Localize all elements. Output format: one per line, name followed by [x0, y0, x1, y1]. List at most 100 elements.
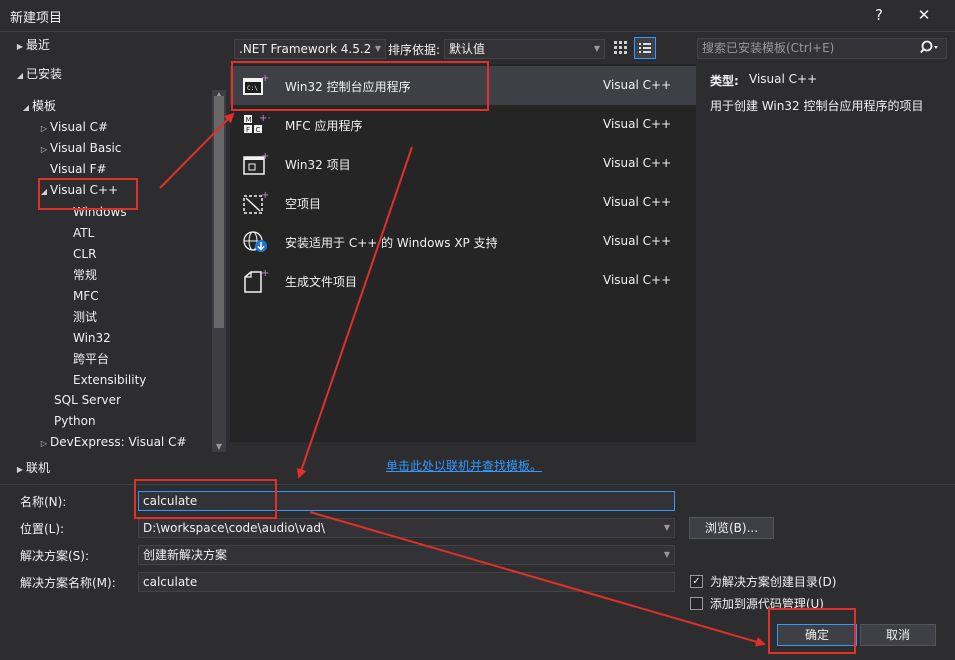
window-title: 新建项目: [10, 11, 63, 26]
template-row[interactable]: 安装适用于 C++ 的 Windows XP 支持 Visual C++: [230, 222, 696, 261]
collapsed-arrow-icon: ▶: [16, 42, 24, 51]
location-combo[interactable]: D:\workspace\code\audio\vad\ ▼: [138, 518, 675, 538]
tree-item-recent[interactable]: ▶ 最近: [14, 35, 50, 56]
chevron-down-icon: ▼: [593, 44, 600, 53]
search-input[interactable]: 搜索已安装模板(Ctrl+E): [697, 38, 947, 59]
template-row[interactable]: ++ 空项目 Visual C++: [230, 183, 696, 222]
solution-combo[interactable]: 创建新解决方案 ▼: [138, 545, 675, 565]
tree-label: Visual C++: [50, 183, 119, 197]
svg-text:C:\: C:\: [247, 85, 258, 92]
divider: [0, 484, 955, 485]
ok-button[interactable]: 确定: [777, 624, 857, 646]
svg-text:++: ++: [261, 268, 270, 279]
grid-view-icon[interactable]: [612, 39, 628, 55]
globe-download-icon: [242, 229, 268, 253]
template-row[interactable]: MFC ++ MFC 应用程序 Visual C++: [230, 105, 696, 144]
name-input[interactable]: calculate: [138, 491, 675, 511]
tree-item-fsharp[interactable]: Visual F#: [38, 159, 107, 180]
template-name: Win32 项目: [285, 158, 351, 172]
collapsed-arrow-icon: ▶: [16, 465, 24, 474]
solution-name-input[interactable]: calculate: [138, 572, 675, 592]
svg-text:F: F: [246, 126, 250, 134]
tree-item-crossplatform[interactable]: 跨平台: [73, 349, 109, 370]
template-language: Visual C++: [603, 234, 672, 248]
browse-button[interactable]: 浏览(B)...: [689, 517, 774, 539]
chevron-down-icon: ▼: [374, 44, 381, 53]
tree-item-general[interactable]: 常规: [73, 265, 97, 286]
framework-dropdown[interactable]: .NET Framework 4.5.2 ▼: [234, 39, 386, 59]
search-icon[interactable]: [920, 39, 940, 62]
template-language: Visual C++: [603, 195, 672, 209]
close-button[interactable]: ✕: [911, 4, 937, 26]
name-label: 名称(N):: [20, 495, 67, 509]
location-value: D:\workspace\code\audio\vad\: [143, 521, 326, 535]
solution-name-label: 解决方案名称(M):: [20, 576, 116, 590]
tree-label: DevExpress: Visual C#: [50, 435, 187, 449]
expanded-arrow-icon: ◢: [40, 187, 48, 196]
tree-label: Visual Basic: [50, 141, 122, 155]
tree-item-vb[interactable]: ▷ Visual Basic: [38, 138, 122, 159]
svg-text:++: ++: [261, 73, 270, 84]
tree-item-online[interactable]: ▶ 联机: [14, 458, 50, 479]
template-tree: ▶ 最近 ◢ 已安装 ◢ 模板 ▷ Visual C# ▷ Visual Basic Vi…: [0, 32, 228, 484]
chevron-down-icon[interactable]: ▼: [664, 519, 670, 537]
tree-item-cpp[interactable]: ◢ Visual C++: [38, 180, 118, 201]
template-name: MFC 应用程序: [285, 119, 363, 133]
tree-item-devexpress[interactable]: ▷ DevExpress: Visual C#: [38, 432, 187, 453]
help-button[interactable]: ?: [866, 4, 892, 26]
tree-item-windows[interactable]: Windows: [73, 202, 127, 223]
create-dir-checkbox[interactable]: ✓: [690, 575, 703, 588]
tree-label: 最近: [26, 38, 51, 52]
tree-label: 已安装: [26, 67, 63, 81]
tree-label: 联机: [26, 461, 51, 475]
template-language: Visual C++: [603, 156, 672, 170]
tree-item-clr[interactable]: CLR: [73, 244, 96, 265]
cancel-button[interactable]: 取消: [860, 624, 936, 646]
template-row[interactable]: ++ Win32 项目 Visual C++: [230, 144, 696, 183]
tree-item-test[interactable]: 测试: [73, 307, 97, 328]
scrollbar-thumb[interactable]: [214, 96, 224, 328]
title-bar: 新建项目 ? ✕: [0, 0, 955, 32]
template-language: Visual C++: [603, 273, 672, 287]
tree-item-win32[interactable]: Win32: [73, 328, 111, 349]
tree-scrollbar[interactable]: ▲ ▼: [212, 90, 226, 452]
online-templates-link[interactable]: 单击此处以联机并查找模板。: [386, 457, 542, 474]
tree-item-sqlserver[interactable]: SQL Server: [54, 390, 121, 411]
template-row[interactable]: C:\++ Win32 控制台应用程序 Visual C++: [230, 66, 696, 105]
template-details: 类型: Visual C++ 用于创建 Win32 控制台应用程序的项目: [697, 64, 955, 442]
list-view-icon[interactable]: [634, 37, 656, 59]
sort-dropdown[interactable]: 默认值 ▼: [444, 39, 605, 59]
chevron-down-icon[interactable]: ▼: [664, 546, 670, 564]
source-control-label: 添加到源代码管理(U): [709, 597, 824, 611]
template-language: Visual C++: [603, 117, 672, 131]
scroll-down-icon[interactable]: ▼: [212, 442, 226, 452]
mfc-app-icon: MFC ++: [242, 112, 276, 136]
tree-item-extensibility[interactable]: Extensibility: [73, 370, 146, 391]
sort-label: 排序依据:: [388, 43, 441, 57]
source-control-checkbox[interactable]: [690, 597, 703, 610]
svg-text:C: C: [256, 126, 261, 134]
tree-item-csharp[interactable]: ▷ Visual C#: [38, 117, 108, 138]
type-label: 类型:: [710, 74, 739, 88]
collapsed-arrow-icon: ▷: [40, 439, 48, 448]
tree-item-atl[interactable]: ATL: [73, 223, 94, 244]
collapsed-arrow-icon: ▷: [40, 145, 48, 154]
solution-label: 解决方案(S):: [20, 549, 90, 563]
tree-item-installed[interactable]: ◢ 已安装: [14, 64, 62, 85]
tree-item-mfc[interactable]: MFC: [73, 286, 99, 307]
tree-label: Visual F#: [50, 162, 107, 176]
tree-label: 模板: [32, 99, 57, 113]
template-description: 用于创建 Win32 控制台应用程序的项目: [710, 99, 924, 113]
tree-item-templates[interactable]: ◢ 模板: [20, 96, 56, 117]
source-control-checkbox-row[interactable]: 添加到源代码管理(U): [690, 595, 824, 612]
tree-label: Visual C#: [50, 120, 109, 134]
svg-text:++: ++: [259, 113, 270, 124]
tree-item-python[interactable]: Python: [54, 411, 96, 432]
svg-text:++: ++: [261, 151, 270, 162]
template-row[interactable]: ++ 生成文件项目 Visual C++: [230, 261, 696, 300]
svg-text:++: ++: [261, 190, 270, 201]
console-app-icon: C:\++: [242, 73, 278, 97]
expanded-arrow-icon: ◢: [16, 71, 24, 80]
create-dir-checkbox-row[interactable]: ✓ 为解决方案创建目录(D): [690, 573, 836, 590]
collapsed-arrow-icon: ▷: [40, 124, 48, 133]
